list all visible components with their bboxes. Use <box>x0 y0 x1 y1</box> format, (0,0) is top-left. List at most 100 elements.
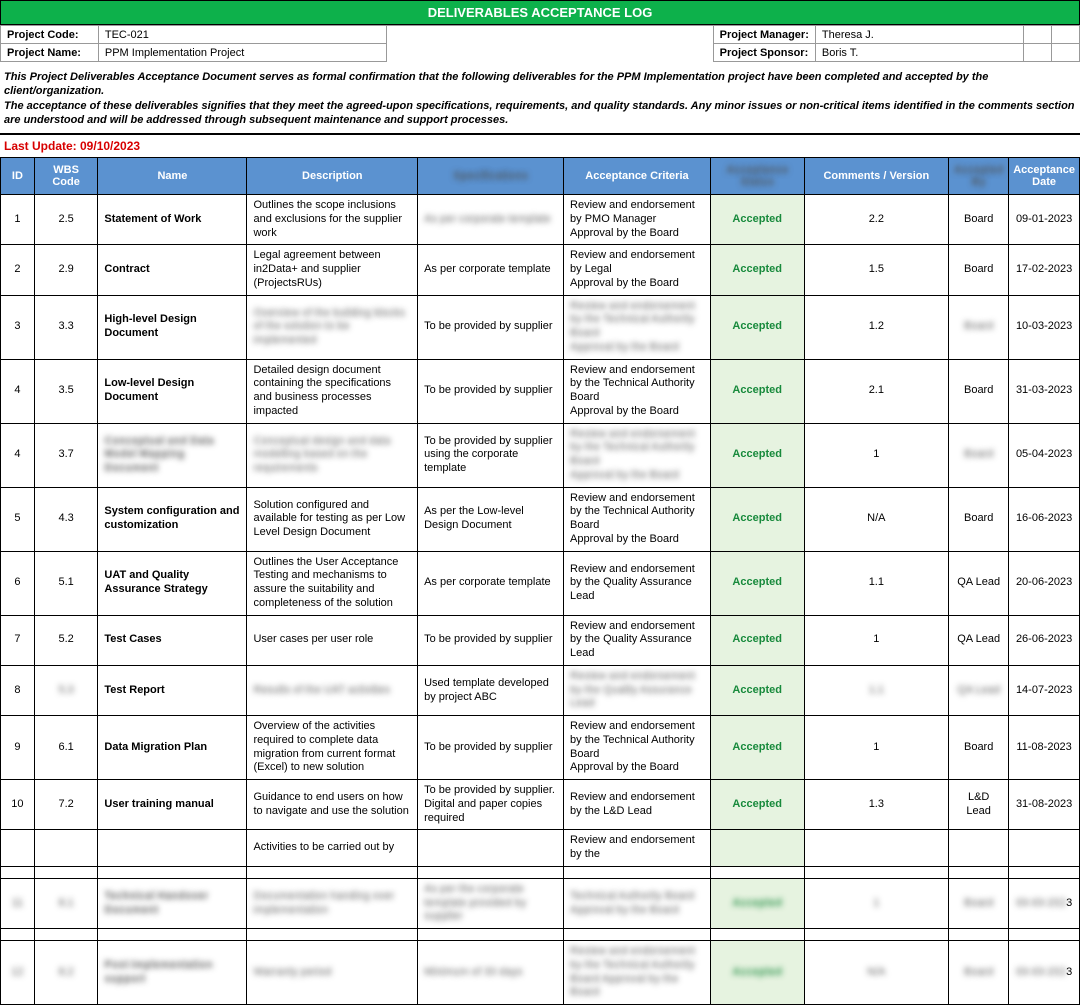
header-accepted-by: Accepted By <box>949 158 1009 195</box>
cell-comments: 2.1 <box>804 359 949 423</box>
cell-name: UAT and Quality Assurance Strategy <box>98 551 247 615</box>
cell-accepted-by: Board <box>949 359 1009 423</box>
cell-date: 17-02-2023 <box>1009 245 1080 295</box>
project-name-label: Project Name: <box>1 44 99 62</box>
cell-comments: 1.1 <box>804 665 949 715</box>
cell-name <box>98 830 247 867</box>
cell-comments: 1 <box>804 716 949 780</box>
intro-line-2: The acceptance of these deliverables sig… <box>4 100 1075 126</box>
cell-criteria: Review and endorsement by the Technical … <box>564 716 711 780</box>
table-row: 22.9ContractLegal agreement between in2D… <box>1 245 1080 295</box>
cell-description: Conceptual design and data modelling bas… <box>247 423 418 487</box>
cell-date: 00-00-2023 <box>1009 878 1080 928</box>
table-row: 85.3Test ReportResults of the UAT activi… <box>1 665 1080 715</box>
cell-wbs: 6.1 <box>34 716 98 780</box>
cell-specifications: To be provided by supplier <box>418 716 564 780</box>
cell-date <box>1009 830 1080 867</box>
table-row: 43.7Conceptual and Data Model Mapping Do… <box>1 423 1080 487</box>
cell-specifications: To be provided by supplier <box>418 295 564 359</box>
table-row: 12.5Statement of WorkOutlines the scope … <box>1 195 1080 245</box>
cell-criteria: Review and endorsement by LegalApproval … <box>564 245 711 295</box>
cell-id: 8 <box>1 665 35 715</box>
cell-name: Conceptual and Data Model Mapping Docume… <box>98 423 247 487</box>
cell-criteria: Review and endorsement by the Technical … <box>564 423 711 487</box>
cell-name: Statement of Work <box>98 195 247 245</box>
cell-description: Solution configured and available for te… <box>247 487 418 551</box>
cell-wbs: 3.7 <box>34 423 98 487</box>
cell-status: Accepted <box>710 359 804 423</box>
cell-id: 4 <box>1 423 35 487</box>
cell-accepted-by: QA Lead <box>949 665 1009 715</box>
cell-name: Test Cases <box>98 615 247 665</box>
cell-name: High-level Design Document <box>98 295 247 359</box>
cell-id <box>1 830 35 867</box>
cell-id: 9 <box>1 716 35 780</box>
cell-status <box>710 830 804 867</box>
header-acceptance-criteria: Acceptance Criteria <box>564 158 711 195</box>
cell-wbs: 5.1 <box>34 551 98 615</box>
cell-comments <box>804 830 949 867</box>
table-row-blurred: 128.2Post Implementation supportWarranty… <box>1 941 1080 1005</box>
cell-status: Accepted <box>710 780 804 830</box>
cell-status: Accepted <box>710 487 804 551</box>
row-gap <box>1 866 1080 878</box>
cell-comments: 2.2 <box>804 195 949 245</box>
cell-criteria: Review and endorsement by the Technical … <box>564 359 711 423</box>
cell-id: 11 <box>1 878 35 928</box>
cell-criteria: Review and endorsement by the Quality As… <box>564 615 711 665</box>
cell-id: 12 <box>1 941 35 1005</box>
cell-name: Technical Handover Document <box>98 878 247 928</box>
cell-criteria: Review and endorsement by the Quality As… <box>564 665 711 715</box>
cell-date: 09-01-2023 <box>1009 195 1080 245</box>
cell-name: Post Implementation support <box>98 941 247 1005</box>
cell-accepted-by: Board <box>949 716 1009 780</box>
table-header-row: ID WBS Code Name Description Specificati… <box>1 158 1080 195</box>
cell-description: Outlines the User Acceptance Testing and… <box>247 551 418 615</box>
header-description: Description <box>247 158 418 195</box>
cell-id: 3 <box>1 295 35 359</box>
cell-criteria: Review and endorsement by PMO ManagerApp… <box>564 195 711 245</box>
cell-id: 5 <box>1 487 35 551</box>
cell-specifications: As per corporate template <box>418 195 564 245</box>
last-update: Last Update: 09/10/2023 <box>0 135 1080 157</box>
cell-status: Accepted <box>710 665 804 715</box>
cell-comments: 1 <box>804 878 949 928</box>
cell-accepted-by: Board <box>949 487 1009 551</box>
cell-specifications: To be provided by supplier <box>418 359 564 423</box>
cell-date: 20-06-2023 <box>1009 551 1080 615</box>
cell-accepted-by: Board <box>949 878 1009 928</box>
cell-comments: 1.2 <box>804 295 949 359</box>
header-specifications: Specifications <box>418 158 564 195</box>
cell-specifications <box>418 830 564 867</box>
cell-specifications: To be provided by supplier. Digital and … <box>418 780 564 830</box>
page-title: DELIVERABLES ACCEPTANCE LOG <box>0 0 1080 25</box>
cell-date: 14-07-2023 <box>1009 665 1080 715</box>
cell-date: 10-03-2023 <box>1009 295 1080 359</box>
cell-name: User training manual <box>98 780 247 830</box>
meta-empty-3 <box>1024 44 1052 62</box>
table-row-partial: Activities to be carried out byReview an… <box>1 830 1080 867</box>
cell-description: Warranty period <box>247 941 418 1005</box>
cell-comments: 1 <box>804 615 949 665</box>
cell-status: Accepted <box>710 195 804 245</box>
cell-specifications: To be provided by supplier using the cor… <box>418 423 564 487</box>
cell-accepted-by: Board <box>949 423 1009 487</box>
table-row: 96.1Data Migration PlanOverview of the a… <box>1 716 1080 780</box>
header-name: Name <box>98 158 247 195</box>
project-sponsor-value: Boris T. <box>815 44 1023 62</box>
cell-date: 31-08-2023 <box>1009 780 1080 830</box>
meta-table: Project Code: TEC-021 Project Manager: T… <box>0 25 1080 62</box>
table-row-blurred: 118.1Technical Handover DocumentDocument… <box>1 878 1080 928</box>
cell-specifications: To be provided by supplier <box>418 615 564 665</box>
cell-specifications: As per the Low-level Design Document <box>418 487 564 551</box>
cell-status: Accepted <box>710 295 804 359</box>
cell-wbs: 5.3 <box>34 665 98 715</box>
cell-accepted-by: Board <box>949 195 1009 245</box>
cell-id: 4 <box>1 359 35 423</box>
meta-empty-2 <box>1052 26 1080 44</box>
cell-date: 16-06-2023 <box>1009 487 1080 551</box>
cell-accepted-by: Board <box>949 295 1009 359</box>
table-row: 75.2Test CasesUser cases per user roleTo… <box>1 615 1080 665</box>
cell-comments: 1 <box>804 423 949 487</box>
cell-comments: 1.1 <box>804 551 949 615</box>
